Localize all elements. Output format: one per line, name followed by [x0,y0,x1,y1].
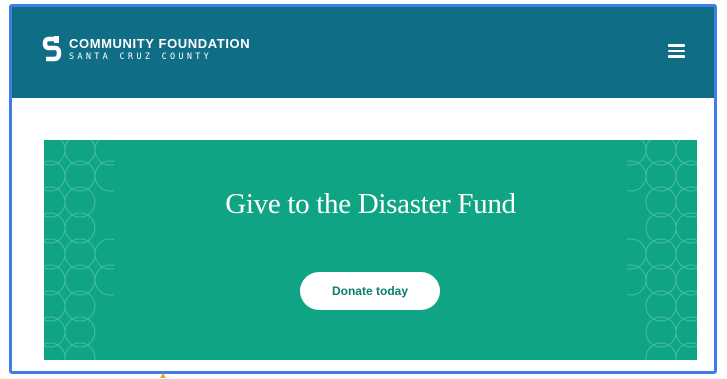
banner-heading: Give to the Disaster Fund [225,188,516,220]
circle-pattern-right [627,140,697,360]
logo-text: COMMUNITY FOUNDATION SANTA CRUZ COUNTY [69,37,250,62]
circle-pattern-left [44,140,114,360]
logo-mark-icon [42,36,62,62]
hamburger-menu-icon[interactable] [668,44,686,58]
site-logo[interactable]: COMMUNITY FOUNDATION SANTA CRUZ COUNTY [42,35,250,63]
logo-subtitle: SANTA CRUZ COUNTY [69,51,213,62]
cursor-marker-icon [160,373,166,378]
logo-title: COMMUNITY FOUNDATION [69,35,251,51]
site-header: COMMUNITY FOUNDATION SANTA CRUZ COUNTY [12,7,714,98]
donate-today-button[interactable]: Donate today [300,272,440,310]
page-frame: COMMUNITY FOUNDATION SANTA CRUZ COUNTY G… [9,4,717,374]
disaster-fund-banner: Give to the Disaster Fund Donate today [44,140,697,360]
